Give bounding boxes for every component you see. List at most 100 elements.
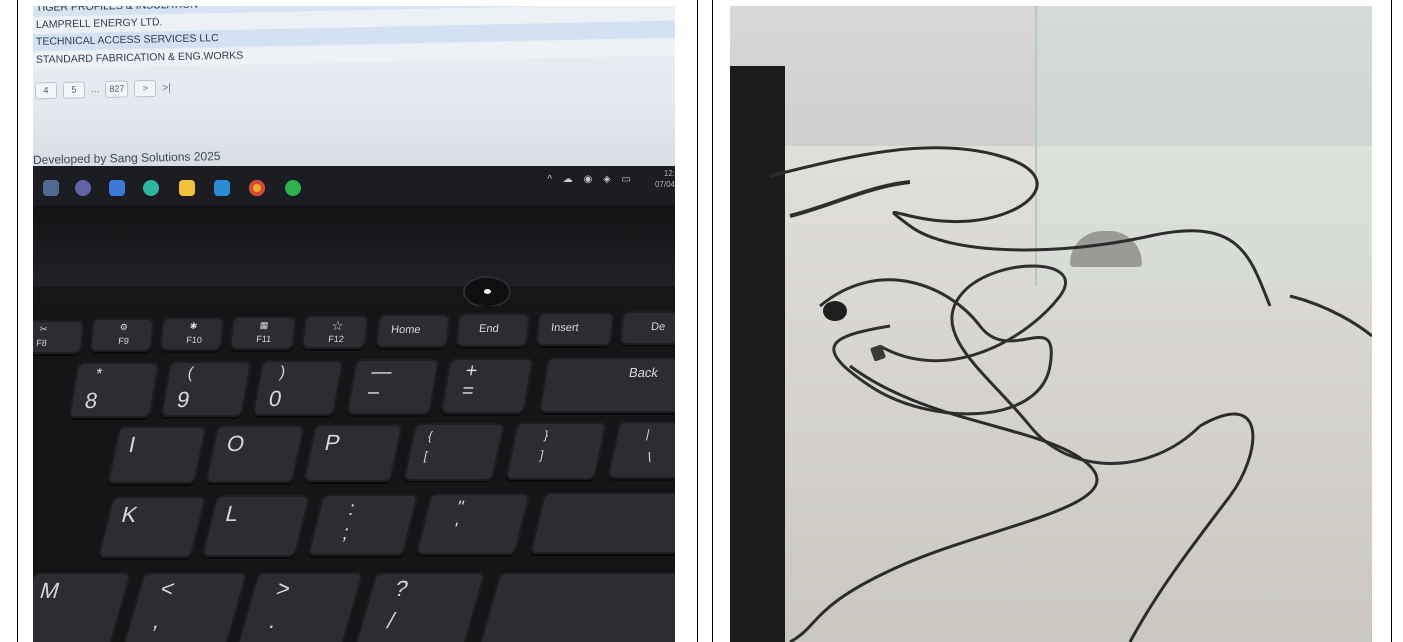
key-symbol: | [644, 427, 652, 441]
key-shift [478, 572, 675, 642]
key-f10: ✱ F10 [159, 317, 225, 351]
system-tray-icon: ^ ☁ ◉ ◈ ▭ [547, 174, 635, 185]
folder-icon [179, 180, 195, 196]
desk-cable-photo [730, 6, 1372, 642]
key-label: / [384, 608, 398, 633]
key-label: . [266, 608, 280, 633]
key-label: ' [451, 519, 460, 539]
laptop-keyboard-photo: TIGER PROFILES & INSULATION LAMPRELL ENE… [33, 6, 675, 642]
key-symbol: { [426, 429, 434, 443]
key-label: Insert [550, 322, 580, 334]
key-quote: " ' [415, 493, 531, 555]
key-label: , [150, 608, 164, 633]
key-label: I [126, 432, 139, 457]
key-symbol: ) [278, 364, 287, 381]
teams-icon [75, 180, 91, 196]
keyboard: ✂ F8 ⚙ F9 ✱ F10 ▦ F11 ☆ F12 Home End Ins… [33, 306, 675, 642]
key-symbol: * [94, 366, 104, 383]
gear-icon: ⚙ [119, 322, 129, 332]
key-label: ; [340, 522, 352, 544]
key-equals: + = [440, 358, 534, 414]
key-symbol: < [157, 576, 178, 601]
mail-icon [43, 180, 59, 196]
key-f12: ☆ F12 [301, 315, 369, 349]
cable-icon [769, 146, 1372, 642]
key-label: O [224, 431, 248, 456]
key-0: ) 0 [252, 360, 344, 416]
keyboard-icon: ▦ [259, 320, 269, 330]
key-label: F11 [255, 334, 272, 344]
page-link: 4 [34, 81, 58, 100]
key-minus: — – [346, 359, 440, 415]
clock-time: 12: [663, 169, 675, 178]
key-label: M [37, 578, 63, 603]
key-label: F8 [35, 338, 48, 348]
key-label: 8 [82, 388, 100, 413]
key-symbol: ? [391, 576, 411, 601]
key-label: P [322, 430, 343, 455]
key-delete: De [619, 311, 675, 345]
laptop-screen: TIGER PROFILES & INSULATION LAMPRELL ENE… [33, 6, 675, 167]
key-label: ] [538, 448, 545, 462]
key-label: Home [390, 324, 422, 336]
key-m: M [33, 572, 132, 642]
right-photo-cell [712, 0, 1392, 642]
store-icon [109, 180, 125, 196]
key-bracket-open: { [ [402, 423, 506, 481]
key-label: Back [627, 365, 660, 380]
key-label: – [366, 381, 382, 403]
key-p: P [302, 424, 404, 482]
key-label: = [460, 380, 476, 402]
star-icon: ☆ [330, 318, 345, 333]
last-page-icon: >| [162, 82, 171, 94]
key-semicolon: : ; [307, 494, 419, 556]
key-f9: ⚙ F9 [89, 318, 155, 352]
key-end: End [455, 313, 531, 347]
key-symbol: : [346, 498, 358, 520]
key-label: F12 [327, 334, 345, 344]
key-label: F9 [117, 336, 130, 346]
key-symbol: ( [186, 365, 195, 382]
pagination: 4 5 ... 827 > >| [34, 79, 171, 100]
key-label: K [119, 502, 140, 527]
key-symbol: " [454, 497, 467, 517]
key-label: End [478, 323, 500, 335]
key-home: Home [375, 314, 451, 348]
key-label: L [223, 501, 242, 526]
key-label: 9 [174, 387, 192, 412]
page-link: 5 [62, 81, 86, 99]
key-backspace: Back [538, 357, 675, 413]
key-f11: ▦ F11 [229, 316, 297, 350]
key-label: \ [645, 449, 654, 465]
laptop-bezel [33, 206, 675, 286]
bluetooth-icon: ✱ [189, 321, 198, 331]
key-label: [ [422, 449, 429, 463]
footer-credit: Developed by Sang Solutions 2025 [33, 149, 221, 167]
clock-date: 07/04 [654, 180, 675, 189]
page-link: 827 [105, 80, 129, 98]
key-symbol: > [273, 576, 294, 601]
whatsapp-icon [285, 180, 301, 196]
key-slash: ? / [354, 572, 486, 642]
scissors-icon: ✂ [39, 324, 48, 334]
key-k: K [97, 496, 207, 558]
taskbar [33, 166, 675, 206]
key-backslash: | \ [606, 421, 675, 479]
key-label: F10 [185, 335, 203, 345]
key-f8: ✂ F8 [33, 320, 85, 354]
clock: 12: 07/04 [649, 168, 675, 190]
edge-icon [143, 180, 159, 196]
key-label: 0 [266, 386, 284, 411]
power-button-icon [463, 276, 511, 308]
key-9: ( 9 [160, 361, 252, 417]
key-insert: Insert [535, 312, 615, 346]
key-8: * 8 [68, 362, 160, 418]
left-photo-cell: TIGER PROFILES & INSULATION LAMPRELL ENE… [17, 0, 698, 642]
key-comma: < , [122, 572, 248, 642]
key-o: O [204, 425, 306, 483]
chrome-icon [249, 180, 265, 196]
vscode-icon [214, 180, 230, 196]
key-i: I [106, 426, 208, 484]
key-l: L [201, 495, 311, 557]
key-enter [529, 492, 675, 554]
